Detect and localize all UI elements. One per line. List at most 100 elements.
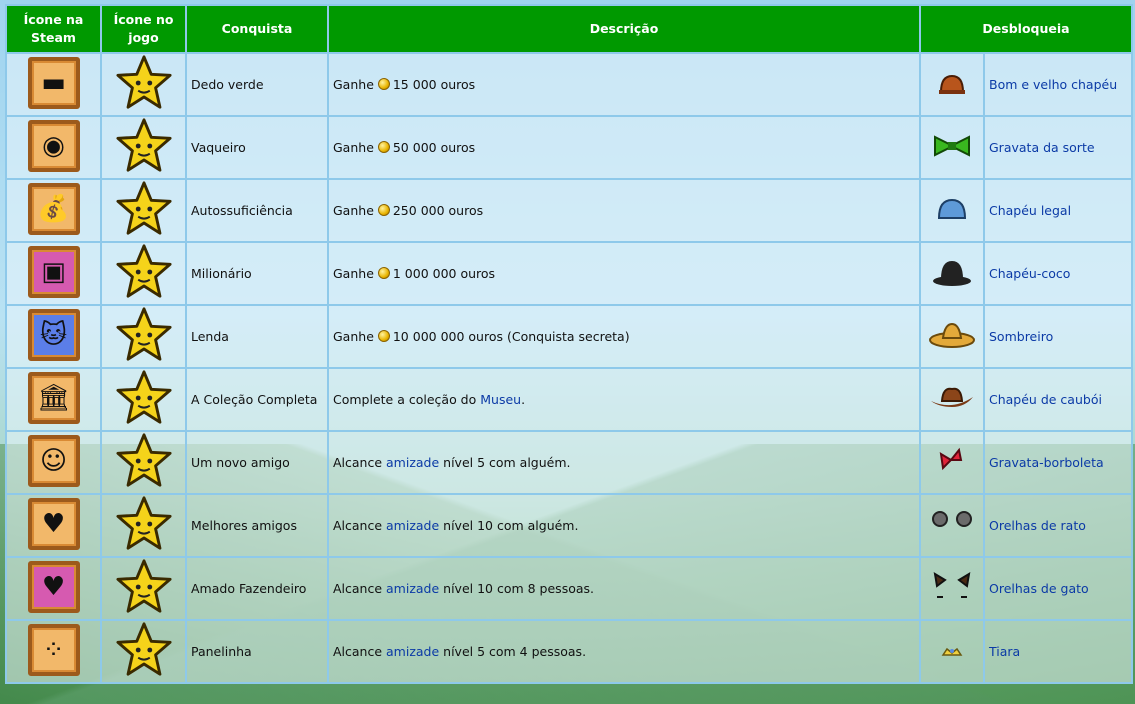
gold-bars-icon: ▬ xyxy=(27,57,80,109)
description-prefix: Alcance xyxy=(333,455,387,470)
description-link[interactable]: amizade xyxy=(386,518,439,533)
unlock-icon-cell xyxy=(919,619,985,684)
unlock-icon-cell xyxy=(919,178,985,243)
star-icon xyxy=(115,370,172,424)
unlock-link[interactable]: Chapéu legal xyxy=(989,203,1071,218)
gold-coin-icon xyxy=(377,330,390,342)
golden-cat-icon: 🐱 xyxy=(27,309,80,361)
header-steam-icon: Ícone na Steam xyxy=(5,4,102,54)
unlock-icon-cell xyxy=(919,430,985,495)
description-prefix: Ganhe xyxy=(333,329,378,344)
description-suffix: 50 000 ouros xyxy=(392,140,476,155)
unlock-cell: Bom e velho chapéu xyxy=(982,52,1134,117)
table-row-7: ☺ Um novo amigo Alcance amizade nível 5 … xyxy=(5,430,1134,495)
achievement-name: A Coleção Completa xyxy=(185,367,329,432)
steam-icon-cell: 🐱 xyxy=(5,304,102,369)
star-icon xyxy=(115,622,172,676)
description-suffix: 250 000 ouros xyxy=(392,203,484,218)
description-prefix: Alcance xyxy=(333,644,387,659)
table-row-6: 🏛 A Coleção Completa Complete a coleção … xyxy=(5,367,1134,432)
header-description: Descrição xyxy=(327,4,921,54)
game-icon-cell xyxy=(100,241,187,306)
table-row-2: ◉ Vaqueiro Ganhe 50 000 ouros Gravata da… xyxy=(5,115,1134,180)
steam-icon-cell: ▣ xyxy=(5,241,102,306)
unlock-icon-cell xyxy=(919,241,985,306)
description-link[interactable]: amizade xyxy=(386,455,439,470)
description-suffix: 15 000 ouros xyxy=(392,77,476,92)
sombrero-icon xyxy=(929,322,975,348)
game-icon-cell xyxy=(100,493,187,558)
game-icon-cell xyxy=(100,52,187,117)
unlock-link[interactable]: Sombreiro xyxy=(989,329,1053,344)
achievement-description: Ganhe 10 000 000 ouros (Conquista secret… xyxy=(327,304,921,369)
steam-icon-cell: ♥ xyxy=(5,556,102,621)
achievement-description: Alcance amizade nível 5 com 4 pessoas. xyxy=(327,619,921,684)
unlock-link[interactable]: Gravata da sorte xyxy=(989,140,1095,155)
unlock-link[interactable]: Orelhas de rato xyxy=(989,518,1086,533)
header-unlocks: Desbloqueia xyxy=(918,4,1134,54)
bow-tie-green-icon xyxy=(934,135,970,157)
steam-icon-cell: ◉ xyxy=(5,115,102,180)
achievement-description: Alcance amizade nível 10 com 8 pessoas. xyxy=(327,556,921,621)
steam-icon-cell: 🏛 xyxy=(5,367,102,432)
unlock-cell: Chapéu-coco xyxy=(982,241,1134,306)
steam-icon-cell: ☺ xyxy=(5,430,102,495)
achievement-description: Ganhe 50 000 ouros xyxy=(327,115,921,180)
star-icon xyxy=(115,118,172,172)
description-suffix: nível 5 com alguém. xyxy=(439,455,571,470)
achievement-name: Panelinha xyxy=(185,619,329,684)
description-link[interactable]: amizade xyxy=(386,581,439,596)
header-game-icon: Ícone no jogo xyxy=(100,4,187,54)
two-hearts-icon: ♥ xyxy=(27,561,80,613)
treasure-chest-icon: ▣ xyxy=(27,246,80,298)
achievement-name: Autossuficiência xyxy=(185,178,329,243)
blue-hat-icon xyxy=(937,198,967,219)
smiley-icon: ☺ xyxy=(27,435,80,487)
star-icon xyxy=(115,181,172,235)
unlock-link[interactable]: Gravata-borboleta xyxy=(989,455,1104,470)
table-row-3: 💰 Autossuficiência Ganhe 250 000 ouros C… xyxy=(5,178,1134,243)
unlock-icon-cell xyxy=(919,304,985,369)
tiara-icon xyxy=(941,647,963,656)
unlock-link[interactable]: Orelhas de gato xyxy=(989,581,1089,596)
cat-ears-icon xyxy=(933,572,971,598)
game-icon-cell xyxy=(100,178,187,243)
header-achievement: Conquista xyxy=(185,4,329,54)
achievement-description: Ganhe 1 000 000 ouros xyxy=(327,241,921,306)
gold-coin-icon xyxy=(377,141,390,153)
unlock-cell: Orelhas de rato xyxy=(982,493,1134,558)
unlock-link[interactable]: Tiara xyxy=(989,644,1020,659)
description-link[interactable]: Museu xyxy=(480,392,521,407)
description-link[interactable]: amizade xyxy=(386,644,439,659)
star-icon xyxy=(115,244,172,298)
star-icon xyxy=(115,55,172,109)
steam-icon-cell: 💰 xyxy=(5,178,102,243)
game-icon-cell xyxy=(100,304,187,369)
unlock-link[interactable]: Chapéu de caubói xyxy=(989,392,1102,407)
four-smileys-icon: ⁘ xyxy=(27,624,80,676)
achievement-name: Vaqueiro xyxy=(185,115,329,180)
game-icon-cell xyxy=(100,367,187,432)
game-icon-cell xyxy=(100,430,187,495)
description-suffix: 1 000 000 ouros xyxy=(392,266,496,281)
unlock-cell: Chapéu de caubói xyxy=(982,367,1134,432)
header-row: Ícone na Steam Ícone no jogo Conquista D… xyxy=(5,4,1134,54)
description-prefix: Alcance xyxy=(333,581,387,596)
steam-icon-cell: ▬ xyxy=(5,52,102,117)
description-suffix: . xyxy=(521,392,526,407)
unlock-link[interactable]: Chapéu-coco xyxy=(989,266,1070,281)
unlock-cell: Gravata-borboleta xyxy=(982,430,1134,495)
unlock-cell: Gravata da sorte xyxy=(982,115,1134,180)
table-row-5: 🐱 Lenda Ganhe 10 000 000 ouros (Conquist… xyxy=(5,304,1134,369)
game-icon-cell xyxy=(100,115,187,180)
unlock-icon-cell xyxy=(919,367,985,432)
unlock-cell: Orelhas de gato xyxy=(982,556,1134,621)
star-icon xyxy=(115,433,172,487)
achievement-description: Ganhe 15 000 ouros xyxy=(327,52,921,117)
achievement-name: Amado Fazendeiro xyxy=(185,556,329,621)
bowler-hat-icon xyxy=(933,261,971,286)
heart-icon: ♥ xyxy=(27,498,80,550)
mouse-ears-icon xyxy=(932,511,972,527)
star-icon xyxy=(115,307,172,361)
unlock-link[interactable]: Bom e velho chapéu xyxy=(989,77,1117,92)
